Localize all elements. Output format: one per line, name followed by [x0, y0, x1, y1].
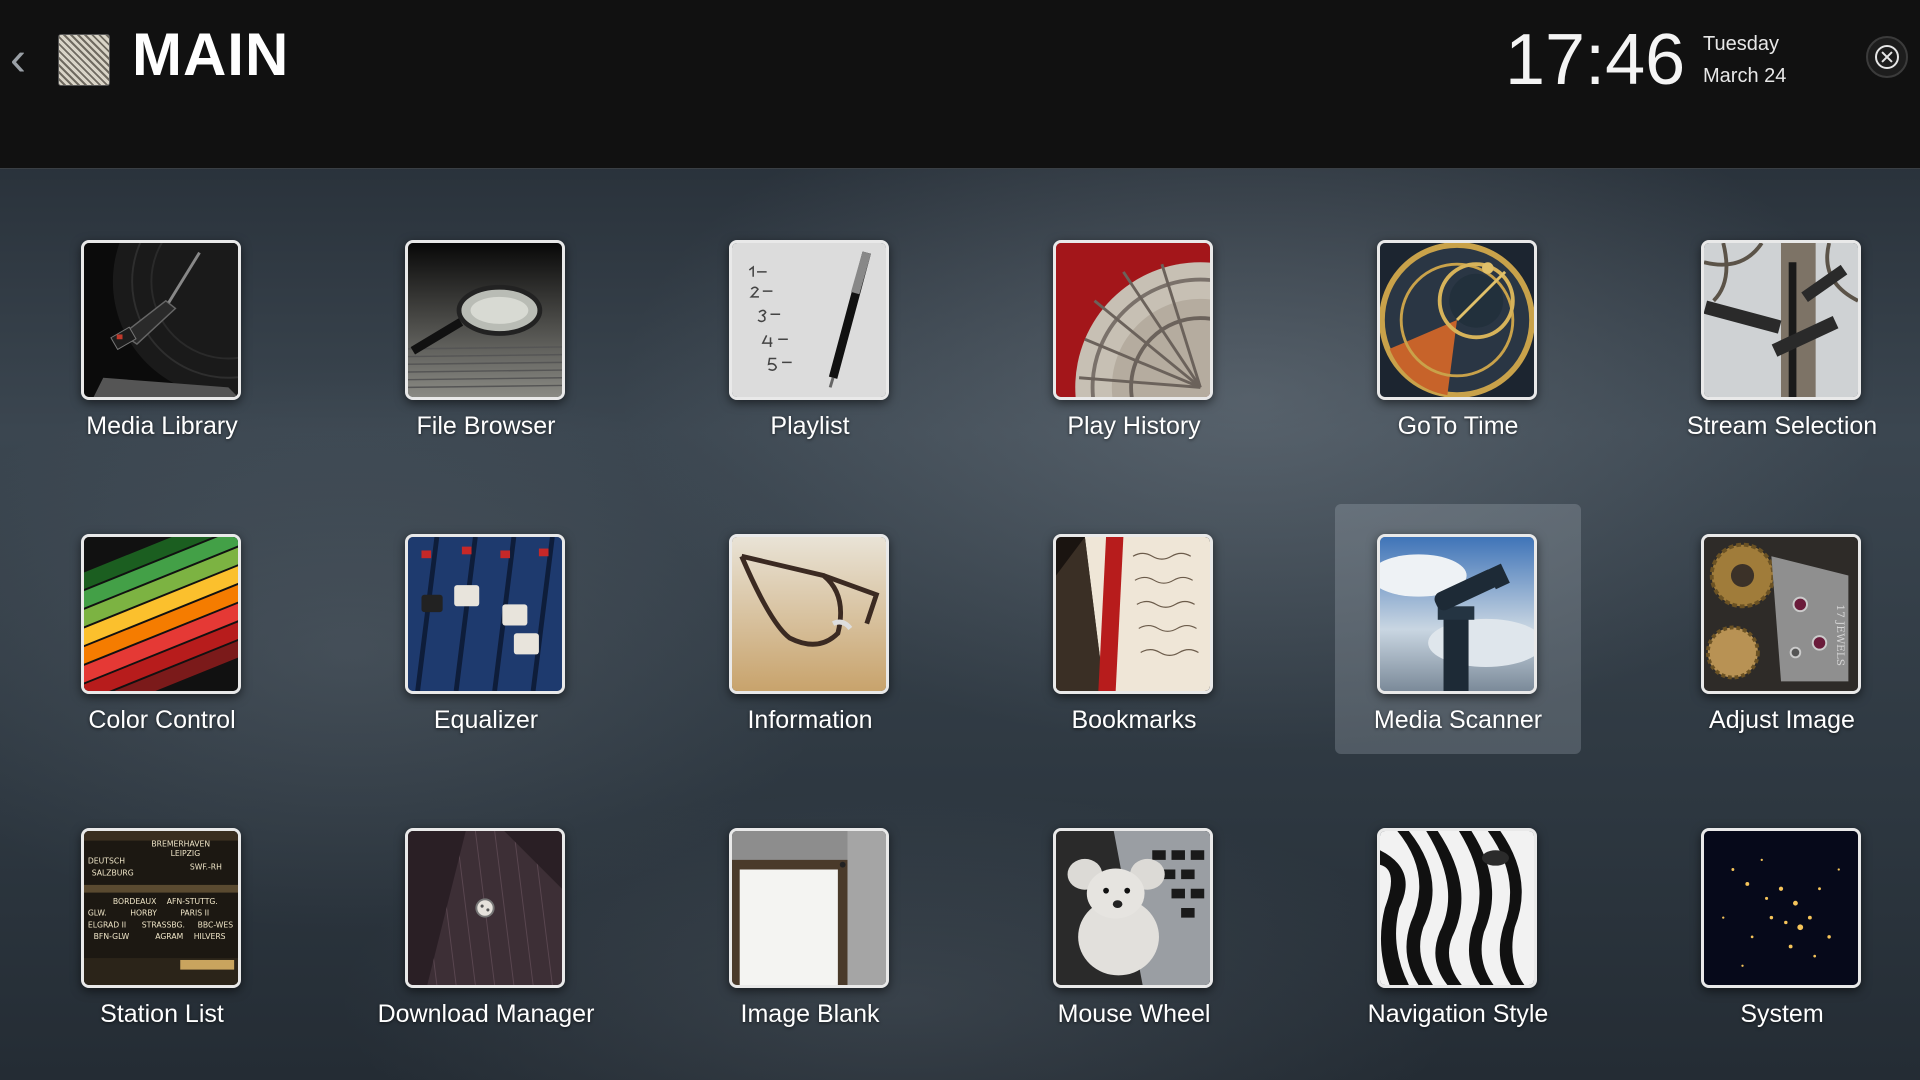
tile-label: Equalizer: [433, 706, 539, 734]
tile-label: Navigation Style: [1367, 1000, 1549, 1028]
tile-file-browser[interactable]: File Browser: [363, 210, 609, 460]
tile-label: Play History: [1067, 412, 1201, 440]
station-label: BFN-GLW: [94, 932, 130, 941]
street-sign-icon: [1701, 240, 1861, 400]
telescope-icon: [1377, 534, 1537, 694]
station-label: HORBY: [130, 909, 157, 918]
station-label: BORDEAUX: [113, 897, 157, 906]
tile-label: Mouse Wheel: [1057, 1000, 1211, 1028]
mixer-faders-icon: [405, 534, 565, 694]
station-label: AFN-STUTTG.: [167, 897, 218, 906]
tile-bookmarks[interactable]: Bookmarks: [1011, 504, 1257, 754]
station-label: GLW.: [88, 909, 107, 918]
station-label: LEIPZIG: [171, 849, 201, 858]
date-day: Tuesday: [1703, 33, 1779, 55]
watch-engraving: 17 JEWELS: [1834, 604, 1846, 666]
menu-grid: Media Library File Browser Playlist Play…: [0, 168, 1920, 1080]
station-label: ELGRAD II: [88, 920, 126, 929]
tile-adjust-image[interactable]: 17 JEWELS Adjust Image: [1659, 504, 1905, 754]
colored-pencils-icon: [81, 534, 241, 694]
tile-label: Color Control: [88, 706, 236, 734]
suit-button-icon: [405, 828, 565, 988]
tile-label: File Browser: [416, 412, 556, 440]
station-label: AGRAM: [155, 932, 183, 941]
station-label: SWF.-RH: [190, 863, 222, 872]
tile-system[interactable]: System: [1659, 798, 1905, 1048]
tile-mouse-wheel[interactable]: Mouse Wheel: [1011, 798, 1257, 1048]
tile-stream-selection[interactable]: Stream Selection: [1659, 210, 1905, 460]
header-bar: ‹ MAIN 17:46 Tuesday March 24: [0, 0, 1920, 169]
back-chevron-icon[interactable]: ‹: [10, 36, 36, 84]
tile-label: Image Blank: [740, 1000, 880, 1028]
tile-label: Station List: [100, 1000, 224, 1028]
magnifier-icon: [405, 240, 565, 400]
station-label: PARIS II: [180, 909, 209, 918]
station-label: DEUTSCH: [88, 857, 125, 866]
picture-frame-icon: [729, 828, 889, 988]
tile-color-control[interactable]: Color Control: [39, 504, 285, 754]
station-label: HILVERS: [194, 932, 226, 941]
clock-time: 17:46: [1505, 20, 1686, 100]
tile-media-library[interactable]: Media Library: [39, 210, 285, 460]
radio-dial-icon: BREMERHAVEN LEIPZIG DEUTSCH SALZBURG SWF…: [81, 828, 241, 988]
numbered-list-icon: [729, 240, 889, 400]
station-label: BREMERHAVEN: [151, 839, 210, 848]
tile-media-scanner[interactable]: Media Scanner: [1335, 504, 1581, 754]
tile-play-history[interactable]: Play History: [1011, 210, 1257, 460]
tile-label: Download Manager: [377, 1000, 595, 1028]
tile-label: Adjust Image: [1709, 706, 1855, 734]
tile-equalizer[interactable]: Equalizer: [363, 504, 609, 754]
station-label: STRASSBG.: [142, 920, 185, 929]
tile-label: GoTo Time: [1397, 412, 1519, 440]
tile-label: Bookmarks: [1071, 706, 1197, 734]
night-earth-icon: [1701, 828, 1861, 988]
date-month: March 24: [1703, 65, 1787, 87]
tile-playlist[interactable]: Playlist: [687, 210, 933, 460]
tile-download-manager[interactable]: Download Manager: [363, 798, 609, 1048]
plush-mouse-icon: [1053, 828, 1213, 988]
station-label: BBC-WES: [198, 920, 234, 929]
tile-label: Media Scanner: [1373, 706, 1543, 734]
tile-label: System: [1740, 1000, 1824, 1028]
tile-goto-time[interactable]: GoTo Time: [1335, 210, 1581, 460]
calendar-stone-icon: [1053, 240, 1213, 400]
close-icon: [1875, 45, 1899, 69]
tile-information[interactable]: Information: [687, 504, 933, 754]
glasses-icon: [729, 534, 889, 694]
tile-label: Information: [747, 706, 873, 734]
close-button[interactable]: [1866, 36, 1908, 78]
watch-gears-icon: 17 JEWELS: [1701, 534, 1861, 694]
tile-label: Playlist: [770, 412, 850, 440]
astronomical-clock-icon: [1377, 240, 1537, 400]
tile-station-list[interactable]: BREMERHAVEN LEIPZIG DEUTSCH SALZBURG SWF…: [39, 798, 285, 1048]
page-title: MAIN: [132, 21, 290, 88]
station-label: SALZBURG: [92, 868, 134, 877]
turntable-icon: [81, 240, 241, 400]
tile-label: Stream Selection: [1686, 412, 1878, 440]
tile-image-blank[interactable]: Image Blank: [687, 798, 933, 1048]
main-menu-screen: ‹ MAIN 17:46 Tuesday March 24 Media Libr…: [0, 0, 1920, 1080]
book-ribbon-icon: [1053, 534, 1213, 694]
app-logo: [58, 34, 110, 86]
zebra-icon: [1377, 828, 1537, 988]
tile-label: Media Library: [86, 412, 238, 440]
tile-navigation-style[interactable]: Navigation Style: [1335, 798, 1581, 1048]
